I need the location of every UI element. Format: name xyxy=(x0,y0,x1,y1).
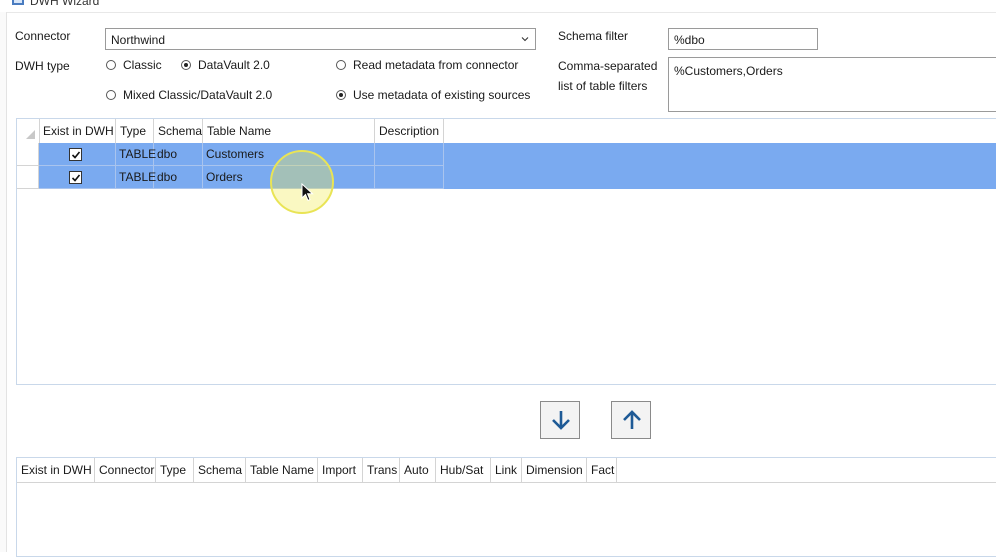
cell-exist[interactable] xyxy=(39,143,116,166)
tcol-fact[interactable]: Fact xyxy=(587,458,617,482)
table-filter-textarea[interactable]: %Customers,Orders xyxy=(668,57,996,112)
mouse-pointer-icon xyxy=(301,183,314,202)
schema-filter-label: Schema filter xyxy=(558,29,629,43)
cell-description[interactable] xyxy=(375,166,444,189)
col-exist-in-dwh[interactable]: Exist in DWH xyxy=(39,119,116,143)
radio-use-existing-metadata-dot xyxy=(336,90,346,100)
window-title: DWH Wizard xyxy=(30,0,100,8)
radio-read-metadata[interactable]: Read metadata from connector xyxy=(336,58,518,72)
table-filter-label-line1: Comma-separated xyxy=(558,59,658,73)
dwh-type-label: DWH type xyxy=(15,59,70,73)
radio-use-existing-metadata-label: Use metadata of existing sources xyxy=(353,88,531,102)
tcol-table-name[interactable]: Table Name xyxy=(246,458,318,482)
tcol-connector[interactable]: Connector xyxy=(95,458,156,482)
chevron-down-icon xyxy=(521,37,529,42)
radio-mixed-label: Mixed Classic/DataVault 2.0 xyxy=(123,88,273,102)
tcol-hub-sat[interactable]: Hub/Sat xyxy=(436,458,491,482)
tcol-import[interactable]: Import xyxy=(318,458,363,482)
connector-select[interactable]: Northwind xyxy=(105,28,536,50)
target-grid-header: Exist in DWH Connector Type Schema Table… xyxy=(17,458,996,483)
radio-datavault-dot xyxy=(181,60,191,70)
cell-schema[interactable]: dbo xyxy=(154,143,203,166)
radio-classic-label: Classic xyxy=(123,58,162,72)
radio-read-metadata-label: Read metadata from connector xyxy=(353,58,519,72)
row-header[interactable] xyxy=(17,166,39,189)
wizard-icon xyxy=(12,0,24,5)
exist-checkbox[interactable] xyxy=(69,171,82,184)
source-tables-grid: Exist in DWH Type Schema Table Name Desc… xyxy=(16,118,996,385)
col-description[interactable]: Description xyxy=(375,119,444,143)
title-bar: DWH Wizard xyxy=(0,0,996,13)
radio-read-metadata-dot xyxy=(336,60,346,70)
table-filter-label-line2: list of table filters xyxy=(558,79,648,93)
cell-type[interactable]: TABLE xyxy=(116,166,156,189)
tcol-type[interactable]: Type xyxy=(156,458,194,482)
check-icon xyxy=(71,151,81,159)
check-icon xyxy=(71,174,81,182)
cell-schema[interactable]: dbo xyxy=(154,166,203,189)
radio-use-existing-metadata[interactable]: Use metadata of existing sources xyxy=(336,88,530,102)
schema-filter-input[interactable]: %dbo xyxy=(668,28,818,50)
exist-checkbox[interactable] xyxy=(69,148,82,161)
source-grid-header: Exist in DWH Type Schema Table Name Desc… xyxy=(17,119,996,144)
move-down-button[interactable] xyxy=(540,401,580,439)
col-table-name[interactable]: Table Name xyxy=(203,119,375,143)
target-tables-grid: Exist in DWH Connector Type Schema Table… xyxy=(16,457,996,557)
radio-datavault[interactable]: DataVault 2.0 xyxy=(181,58,270,72)
cell-exist[interactable] xyxy=(39,166,116,189)
cell-type[interactable]: TABLE xyxy=(116,143,156,166)
col-type[interactable]: Type xyxy=(116,119,154,143)
arrow-up-icon xyxy=(623,410,641,429)
table-row[interactable]: TABLE dbo Customers xyxy=(17,143,996,166)
radio-mixed-dot xyxy=(106,90,116,100)
row-header[interactable] xyxy=(17,143,39,166)
tcol-trans[interactable]: Trans xyxy=(363,458,400,482)
cursor-highlight xyxy=(270,150,334,214)
col-schema[interactable]: Schema xyxy=(154,119,203,143)
tcol-dimension[interactable]: Dimension xyxy=(522,458,587,482)
tcol-auto[interactable]: Auto xyxy=(400,458,436,482)
connector-label: Connector xyxy=(15,29,71,43)
radio-classic[interactable]: Classic xyxy=(106,58,162,72)
arrow-down-icon xyxy=(552,411,570,430)
tcol-schema[interactable]: Schema xyxy=(194,458,246,482)
grid-corner[interactable] xyxy=(17,119,40,143)
radio-mixed[interactable]: Mixed Classic/DataVault 2.0 xyxy=(106,88,272,102)
tcol-exist-in-dwh[interactable]: Exist in DWH xyxy=(17,458,95,482)
background-window-edge xyxy=(0,12,7,552)
connector-value: Northwind xyxy=(111,33,166,47)
radio-datavault-label: DataVault 2.0 xyxy=(198,58,270,72)
tcol-link[interactable]: Link xyxy=(491,458,522,482)
move-up-button[interactable] xyxy=(611,401,651,439)
cell-description[interactable] xyxy=(375,143,444,166)
table-filter-value: %Customers,Orders xyxy=(674,64,783,78)
table-row[interactable]: TABLE dbo Orders xyxy=(17,166,996,189)
radio-classic-dot xyxy=(106,60,116,70)
schema-filter-value: %dbo xyxy=(674,33,705,47)
